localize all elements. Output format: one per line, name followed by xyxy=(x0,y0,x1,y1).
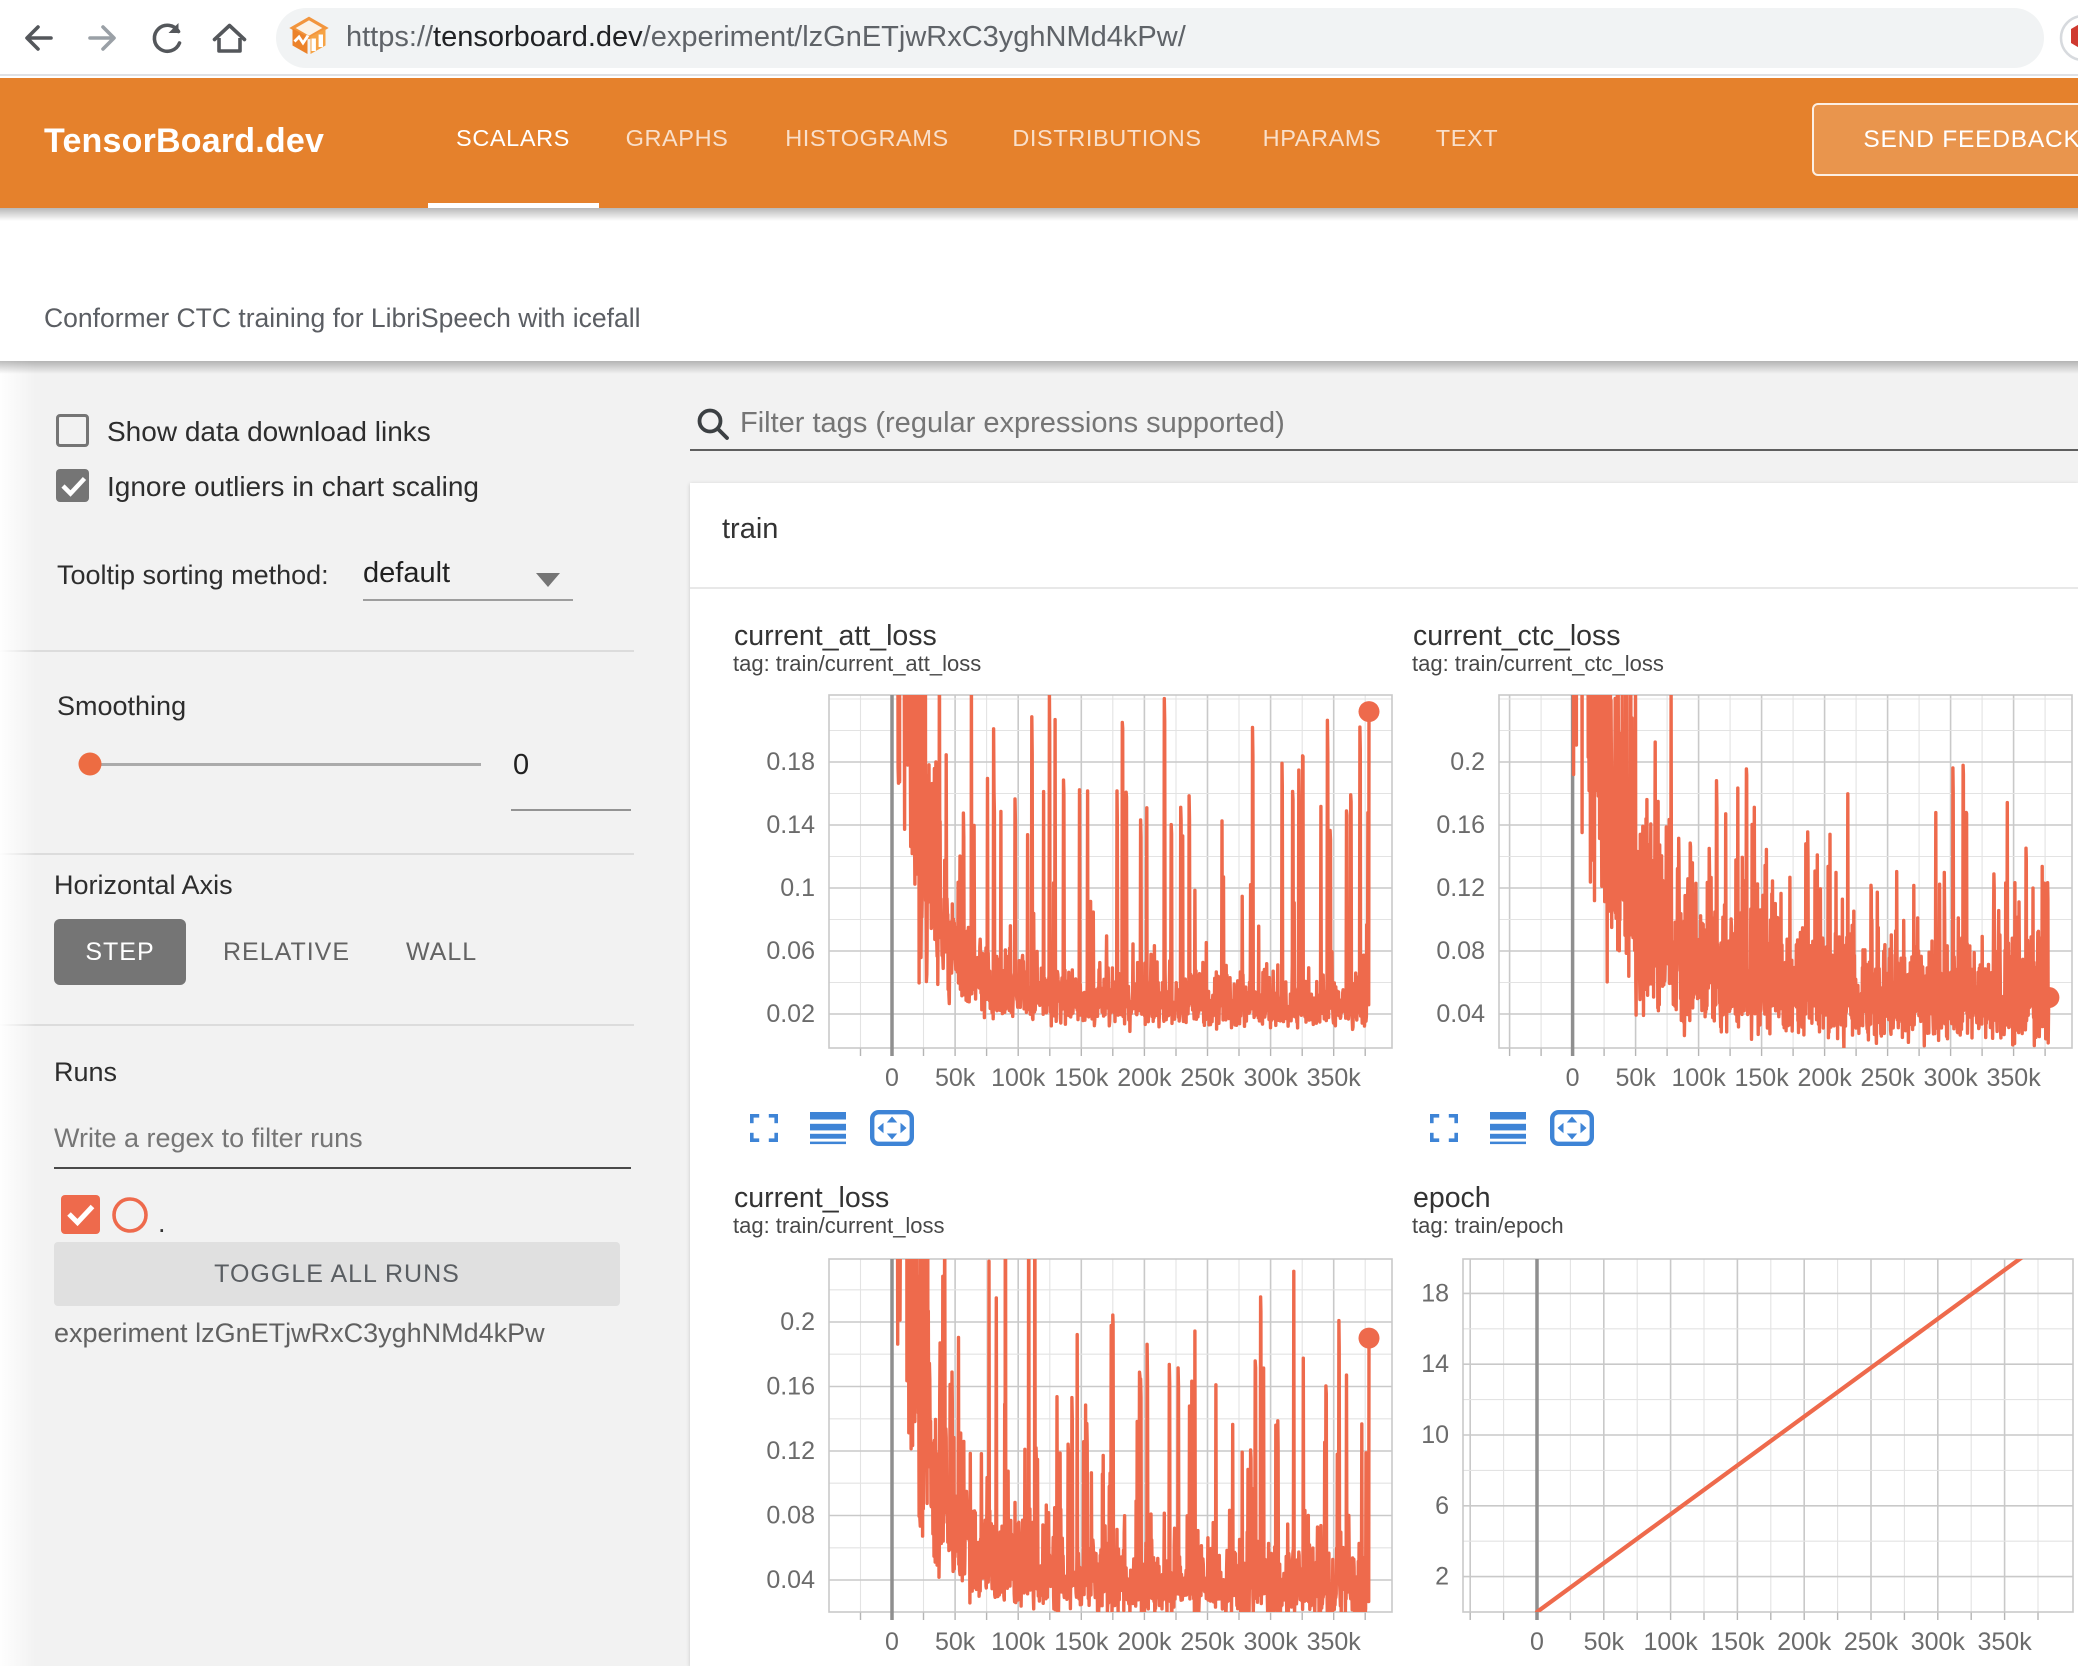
svg-text:0.18: 0.18 xyxy=(766,748,815,776)
svg-text:300k: 300k xyxy=(1243,1628,1298,1656)
svg-text:18: 18 xyxy=(1421,1279,1449,1307)
svg-text:0.12: 0.12 xyxy=(1436,874,1485,902)
svg-text:200k: 200k xyxy=(1117,1628,1172,1656)
svg-text:50k: 50k xyxy=(935,1628,976,1656)
svg-text:2: 2 xyxy=(1435,1563,1449,1591)
svg-text:300k: 300k xyxy=(1243,1064,1298,1092)
svg-text:50k: 50k xyxy=(1584,1628,1625,1656)
svg-text:350k: 350k xyxy=(1307,1064,1362,1092)
svg-text:0.14: 0.14 xyxy=(766,811,815,839)
svg-text:150k: 150k xyxy=(1054,1064,1109,1092)
svg-text:350k: 350k xyxy=(1986,1064,2041,1092)
svg-text:0.16: 0.16 xyxy=(1436,811,1485,839)
svg-text:50k: 50k xyxy=(1615,1064,1656,1092)
svg-text:250k: 250k xyxy=(1180,1064,1235,1092)
svg-text:100k: 100k xyxy=(991,1628,1046,1656)
svg-text:6: 6 xyxy=(1435,1492,1449,1520)
svg-text:0.08: 0.08 xyxy=(766,1502,815,1530)
svg-text:200k: 200k xyxy=(1777,1628,1832,1656)
svg-text:300k: 300k xyxy=(1923,1064,1978,1092)
svg-text:350k: 350k xyxy=(1977,1628,2032,1656)
svg-text:0.12: 0.12 xyxy=(766,1437,815,1465)
svg-text:0.06: 0.06 xyxy=(766,937,815,965)
svg-text:0: 0 xyxy=(885,1064,899,1092)
svg-text:100k: 100k xyxy=(991,1064,1046,1092)
svg-text:100k: 100k xyxy=(1671,1064,1726,1092)
svg-text:200k: 200k xyxy=(1117,1064,1172,1092)
svg-text:0: 0 xyxy=(1566,1064,1580,1092)
svg-text:300k: 300k xyxy=(1911,1628,1966,1656)
svg-text:200k: 200k xyxy=(1797,1064,1852,1092)
svg-text:150k: 150k xyxy=(1054,1628,1109,1656)
svg-text:0: 0 xyxy=(1530,1628,1544,1656)
svg-text:0.04: 0.04 xyxy=(766,1566,815,1594)
svg-text:0.04: 0.04 xyxy=(1436,1000,1485,1028)
svg-text:250k: 250k xyxy=(1844,1628,1899,1656)
svg-text:0: 0 xyxy=(885,1628,899,1656)
svg-text:100k: 100k xyxy=(1643,1628,1698,1656)
svg-text:150k: 150k xyxy=(1710,1628,1765,1656)
svg-text:0.08: 0.08 xyxy=(1436,937,1485,965)
svg-text:150k: 150k xyxy=(1734,1064,1789,1092)
svg-text:10: 10 xyxy=(1421,1421,1449,1449)
svg-text:0.16: 0.16 xyxy=(766,1373,815,1401)
svg-text:14: 14 xyxy=(1421,1350,1449,1378)
svg-text:350k: 350k xyxy=(1307,1628,1362,1656)
svg-text:250k: 250k xyxy=(1180,1628,1235,1656)
svg-text:0.2: 0.2 xyxy=(1450,748,1485,776)
svg-text:0.02: 0.02 xyxy=(766,1000,815,1028)
svg-text:250k: 250k xyxy=(1860,1064,1915,1092)
svg-text:0.2: 0.2 xyxy=(780,1308,815,1336)
svg-text:0.1: 0.1 xyxy=(780,874,815,902)
svg-text:50k: 50k xyxy=(935,1064,976,1092)
